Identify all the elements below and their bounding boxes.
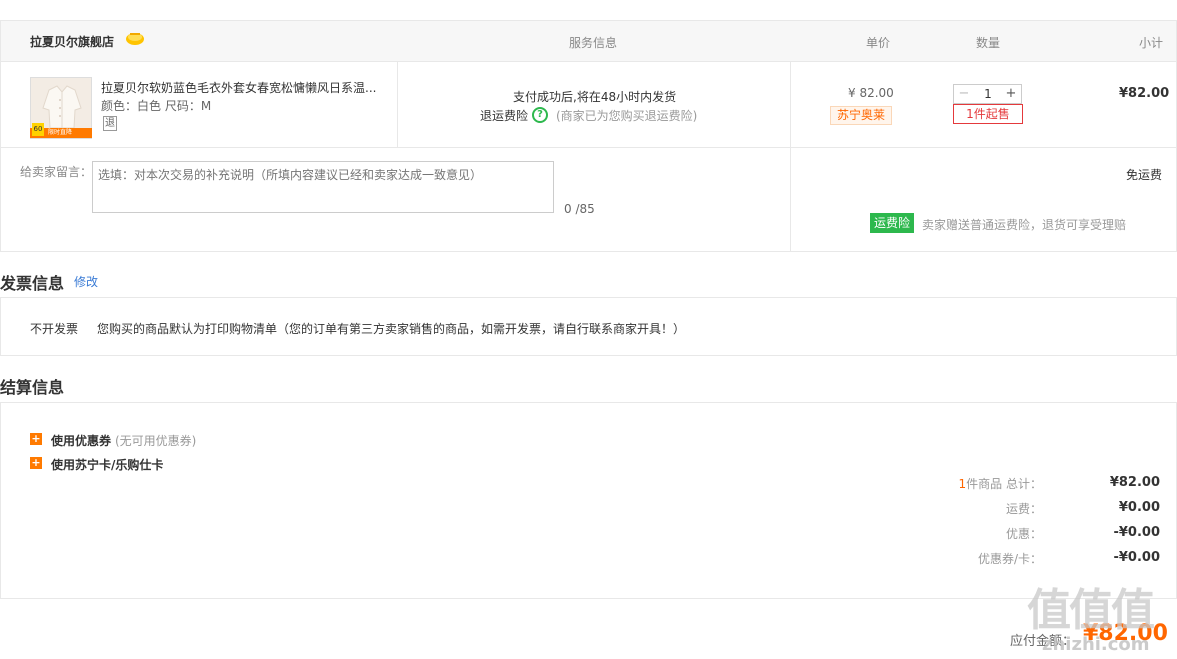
shipping-label: 运费： bbox=[1005, 502, 1042, 516]
return-icon: 退 bbox=[103, 116, 117, 131]
help-question-icon[interactable]: ? bbox=[532, 107, 548, 123]
divider bbox=[397, 62, 398, 148]
shipping-value: ¥0.00 bbox=[1118, 500, 1160, 515]
expand-plus-icon[interactable]: + bbox=[30, 457, 42, 469]
header-unit-price: 单价 bbox=[866, 36, 891, 50]
header-service: 服务信息 bbox=[569, 36, 618, 50]
shipping-insurance-badge: 运费险 bbox=[870, 213, 914, 233]
shipping-fee: 免运费 bbox=[1126, 168, 1163, 182]
thumbnail-tag: 60 bbox=[32, 123, 44, 136]
outlet-badge: 苏宁奥莱 bbox=[830, 106, 893, 125]
divider bbox=[1, 147, 1176, 148]
invoice-type: 不开发票 bbox=[30, 322, 79, 336]
watermark-logo: 值值值 bbox=[1027, 585, 1155, 636]
thumbnail-promo-text: 限时直降 bbox=[48, 129, 73, 136]
discount-value: -¥0.00 bbox=[1113, 525, 1160, 540]
use-coupon-toggle[interactable]: 使用优惠券 bbox=[51, 432, 111, 449]
expand-plus-icon[interactable]: + bbox=[30, 433, 42, 445]
header-quantity: 数量 bbox=[976, 36, 1001, 50]
decrease-button[interactable]: − bbox=[954, 85, 974, 103]
coupon-card-value: -¥0.00 bbox=[1113, 550, 1160, 565]
message-char-count: 0 /85 bbox=[564, 202, 595, 216]
quantity-stepper: − 1 + bbox=[953, 84, 1022, 104]
quantity-input[interactable]: 1 bbox=[976, 85, 1000, 103]
product-attributes: 颜色：白色 尺码：M bbox=[101, 99, 212, 113]
coupon-note: (无可用优惠券) bbox=[115, 434, 197, 448]
unit-price: ¥ 82.00 bbox=[848, 86, 894, 100]
item-subtotal: ¥82.00 bbox=[1119, 86, 1170, 101]
header-subtotal: 小计 bbox=[1139, 36, 1164, 50]
watermark-url: zhizhi.com bbox=[1042, 634, 1150, 655]
divider bbox=[790, 62, 791, 251]
message-label: 给卖家留言： bbox=[20, 165, 93, 179]
items-total-value: ¥82.00 bbox=[1109, 475, 1160, 490]
use-card-toggle[interactable]: 使用苏宁卡/乐购仕卡 bbox=[51, 456, 163, 473]
invoice-title: 发票信息 bbox=[0, 274, 65, 293]
shipping-insurance-desc: 卖家赠送普通运费险，退货可享受理赔 bbox=[922, 218, 1127, 232]
increase-button[interactable]: + bbox=[1001, 85, 1021, 103]
settlement-title: 结算信息 bbox=[0, 378, 65, 397]
items-total-text: 件商品 总计： bbox=[966, 477, 1042, 491]
items-total-label: 1件商品 总计： bbox=[900, 475, 1042, 492]
insurance-note: (商家已为您购买退运费险) bbox=[556, 109, 698, 123]
product-title[interactable]: 拉夏贝尔软奶蓝色毛衣外套女春宽松慵懒风日系温... bbox=[101, 79, 381, 96]
insurance-label: 退运费险 bbox=[480, 109, 529, 123]
invoice-description: 您购买的商品默认为打印购物清单（您的订单有第三方卖家销售的商品，如需开发票，请自… bbox=[97, 322, 686, 336]
message-input[interactable] bbox=[92, 161, 554, 213]
discount-label: 优惠： bbox=[1005, 527, 1042, 541]
store-name[interactable]: 拉夏贝尔旗舰店 bbox=[30, 33, 114, 50]
store-badge-icon bbox=[124, 30, 146, 46]
coupon-card-label: 优惠券/卡： bbox=[977, 552, 1042, 566]
min-sale-badge: 1件起售 bbox=[953, 104, 1023, 124]
invoice-edit-link[interactable]: 修改 bbox=[74, 273, 98, 290]
shipping-promise: 支付成功后,将在48小时内发货 bbox=[513, 90, 677, 104]
